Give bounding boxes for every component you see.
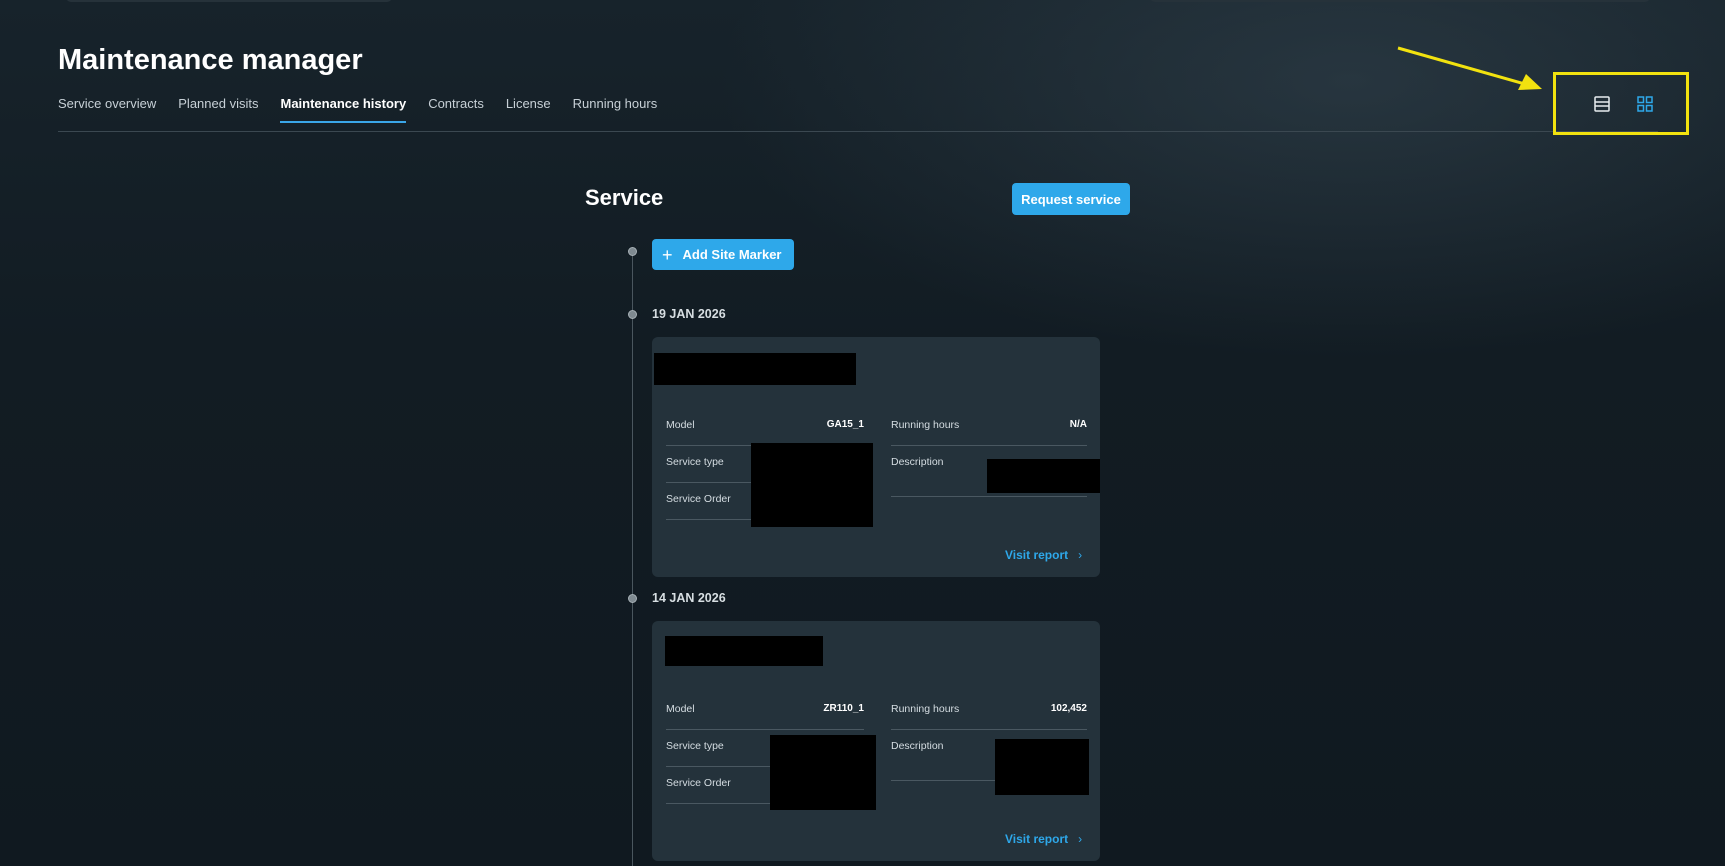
visit-report-link[interactable]: Visit report › (1005, 548, 1082, 562)
redacted-title (654, 353, 856, 385)
tab-contracts[interactable]: Contracts (428, 96, 484, 123)
tab-maintenance-history[interactable]: Maintenance history (280, 96, 407, 123)
visit-report-label: Visit report (1005, 548, 1069, 562)
service-heading: Service (585, 185, 664, 210)
entry-date: 19 JAN 2026 (652, 307, 726, 321)
running-hours-label: Running hours (891, 703, 960, 715)
model-row: Model GA15_1 (666, 409, 864, 446)
grid-view-button[interactable] (1634, 93, 1656, 115)
running-hours-row: Running hours N/A (891, 409, 1087, 446)
list-view-icon (1594, 96, 1610, 112)
model-label: Model (666, 703, 695, 715)
timeline-dot (628, 594, 637, 603)
running-hours-row: Running hours 102,452 (891, 693, 1087, 730)
service-card: Model ZR110_1 Service type Service Order… (652, 621, 1100, 861)
annotation-arrow-icon (1397, 46, 1542, 90)
timeline-line (632, 255, 633, 866)
tabs-divider (58, 131, 1658, 132)
service-order-label: Service Order (666, 493, 731, 505)
service-order-label: Service Order (666, 777, 731, 789)
model-row: Model ZR110_1 (666, 693, 864, 730)
tab-running-hours[interactable]: Running hours (573, 96, 658, 123)
tab-license[interactable]: License (506, 96, 551, 123)
request-service-button[interactable]: Request service (1012, 183, 1130, 215)
redacted-description (995, 739, 1089, 795)
page-title: Maintenance manager (58, 44, 363, 76)
timeline-dot (628, 310, 637, 319)
top-bar-right (1150, 0, 1650, 2)
redacted-title (665, 636, 823, 666)
model-value: ZR110_1 (823, 703, 864, 714)
model-value: GA15_1 (826, 419, 864, 430)
grid-view-icon (1637, 96, 1653, 112)
top-bar-left (66, 0, 392, 2)
tab-planned-visits[interactable]: Planned visits (178, 96, 258, 123)
plus-icon: + (662, 244, 673, 265)
model-label: Model (666, 419, 695, 431)
redacted-values (770, 735, 876, 810)
description-label: Description (891, 740, 944, 752)
add-site-marker-label: Add Site Marker (682, 247, 782, 262)
timeline-dot (628, 247, 637, 256)
service-type-label: Service type (666, 740, 724, 752)
description-label: Description (891, 456, 944, 468)
redacted-values (751, 443, 873, 527)
list-view-button[interactable] (1591, 93, 1613, 115)
chevron-right-icon: › (1078, 832, 1083, 846)
visit-report-label: Visit report (1005, 832, 1069, 846)
view-toggle-highlight (1553, 72, 1689, 135)
visit-report-link[interactable]: Visit report › (1005, 832, 1082, 846)
add-site-marker-button[interactable]: + Add Site Marker (652, 239, 794, 270)
running-hours-value: N/A (1069, 419, 1087, 430)
running-hours-value: 102,452 (1050, 703, 1087, 714)
tab-bar: Service overview Planned visits Maintena… (58, 96, 657, 132)
tab-service-overview[interactable]: Service overview (58, 96, 156, 123)
running-hours-label: Running hours (891, 419, 960, 431)
service-card: Model GA15_1 Service type Service Order … (652, 337, 1100, 577)
redacted-description (987, 459, 1100, 493)
entry-date: 14 JAN 2026 (652, 591, 726, 605)
chevron-right-icon: › (1078, 548, 1083, 562)
service-type-label: Service type (666, 456, 724, 468)
maintenance-page: Maintenance manager Service overview Pla… (0, 0, 1725, 866)
